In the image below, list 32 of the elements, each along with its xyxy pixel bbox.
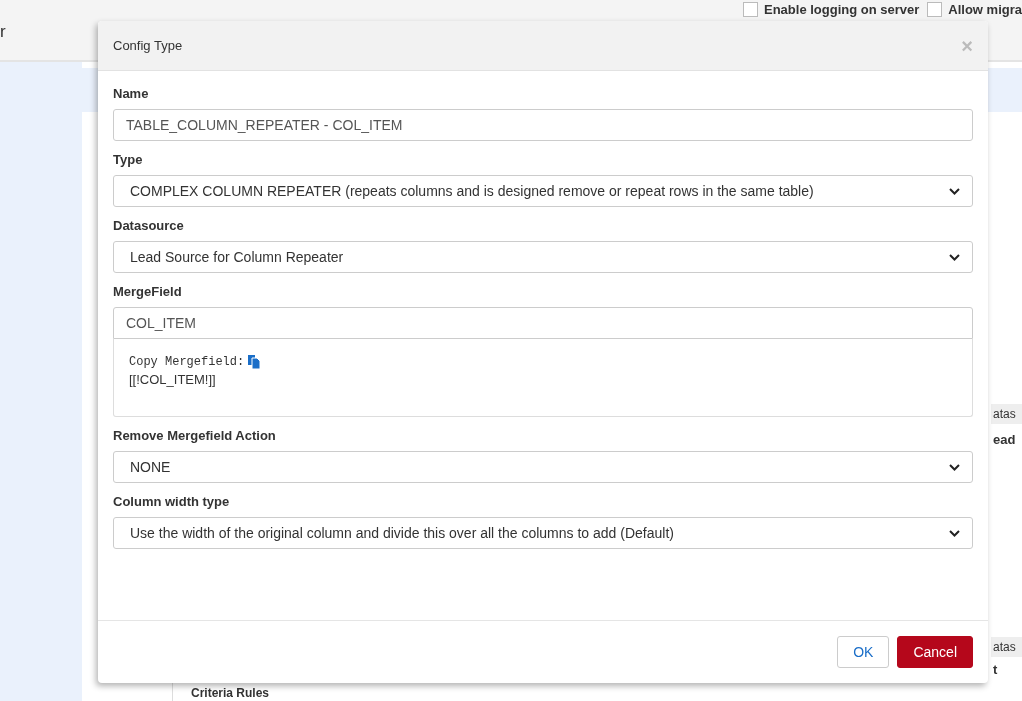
column-header: atas — [991, 404, 1022, 424]
dropdown[interactable]: Use the width of the original column and divide this over all the columns to add (Default) — [113, 517, 973, 549]
field-label: Datasource — [113, 218, 185, 233]
section-title: Criteria Rules — [191, 686, 270, 700]
dropdown[interactable]: NONE — [113, 451, 973, 483]
chevron-down-icon — [949, 253, 960, 261]
field-label: Remove Mergefield Action — [113, 428, 277, 443]
chevron-down-icon — [949, 463, 960, 471]
field-label: Name — [113, 86, 150, 101]
page-title: r — [0, 22, 6, 42]
dropdown[interactable]: COMPLEX COLUMN REPEATER (repeats columns and is designed remove or repeat rows in the same table) — [113, 175, 973, 207]
text-field[interactable]: COL_ITEM — [113, 307, 973, 339]
cancel-button[interactable]: Cancel — [897, 636, 973, 668]
dialog-title: Config Type — [113, 38, 183, 53]
copy-icon[interactable] — [248, 355, 262, 369]
checkbox-option[interactable]: Enable logging on server — [743, 2, 920, 17]
copy-label: Copy Mergefield: — [129, 355, 245, 369]
field-label: Column width type — [113, 494, 231, 509]
chevron-down-icon — [949, 529, 960, 537]
text-field[interactable]: TABLE_COLUMN_REPEATER - COL_ITEM — [113, 109, 973, 141]
table-cell-text: ead — [992, 432, 1017, 447]
ok-button[interactable]: OK — [837, 636, 890, 668]
checkbox-option[interactable]: Allow migra — [927, 2, 1022, 17]
checkbox[interactable] — [743, 2, 758, 17]
column-header: atas — [991, 637, 1022, 657]
checkbox[interactable] — [927, 2, 943, 17]
mergefield-code: [[!COL_ITEM!]] — [129, 372, 217, 387]
dropdown[interactable]: Lead Source for Column Repeater — [113, 241, 973, 273]
chevron-down-icon — [949, 187, 960, 195]
table-cell-text: t — [992, 662, 999, 677]
field-label: MergeField — [113, 284, 183, 299]
field-label: Type — [113, 152, 144, 167]
